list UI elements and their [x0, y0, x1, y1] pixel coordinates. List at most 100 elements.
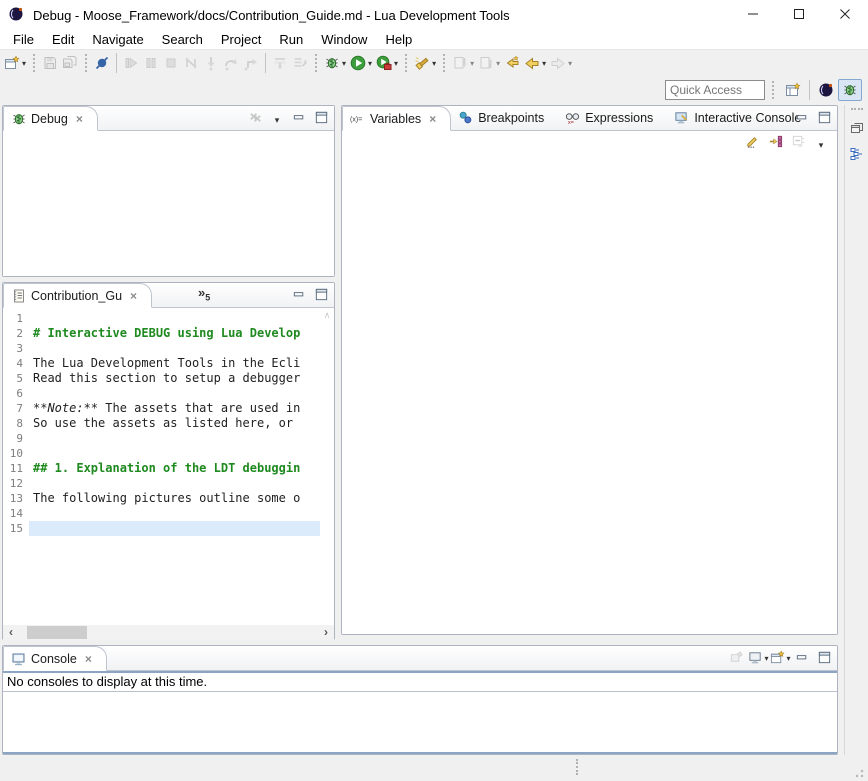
dropdown-arrow-icon[interactable]: ▾ — [22, 59, 26, 68]
search-flashlight-button[interactable]: ▾ — [412, 52, 438, 74]
forward-button[interactable]: ▾ — [548, 52, 574, 74]
resume-button[interactable] — [121, 52, 141, 74]
editor-line[interactable]: 4The Lua Development Tools in the Ecli — [3, 356, 320, 371]
close-icon[interactable]: × — [130, 289, 137, 303]
editor-line[interactable]: 9 — [3, 431, 320, 446]
minimize-view-button[interactable] — [792, 649, 812, 669]
maximize-view-button[interactable] — [311, 109, 331, 129]
menu-search[interactable]: Search — [153, 31, 212, 48]
next-annotation-button[interactable]: ▾ — [450, 52, 476, 74]
show-logical-structures-button[interactable] — [765, 133, 785, 153]
dropdown-arrow-icon[interactable]: ▾ — [342, 59, 346, 68]
outline-view-button[interactable] — [847, 144, 867, 164]
dropdown-arrow-icon[interactable]: ▾ — [394, 59, 398, 68]
view-menu-button[interactable]: ▾ — [267, 109, 287, 129]
run-button[interactable]: ▾ — [348, 52, 374, 74]
tab-console[interactable]: Console × — [3, 646, 107, 671]
menu-run[interactable]: Run — [270, 31, 312, 48]
drop-to-frame-button[interactable] — [270, 52, 290, 74]
scroll-right-icon[interactable]: › — [318, 625, 334, 640]
close-icon[interactable]: × — [429, 112, 436, 126]
terminate-button[interactable] — [161, 52, 181, 74]
dropdown-arrow-icon[interactable]: ▾ — [368, 59, 372, 68]
skip-all-breakpoints-button[interactable] — [92, 52, 112, 74]
minimize-view-button[interactable] — [792, 109, 812, 129]
suspend-button[interactable] — [141, 52, 161, 74]
menu-edit[interactable]: Edit — [43, 31, 83, 48]
scrollbar-thumb[interactable] — [27, 626, 87, 639]
editor-line[interactable]: 6 — [3, 386, 320, 401]
tab-variables[interactable]: (x)=Variables× — [342, 106, 451, 131]
scroll-up-icon[interactable]: ∧ — [324, 310, 331, 321]
open-console-button[interactable]: ▾ — [770, 649, 790, 669]
editor-text-area[interactable]: 12# Interactive DEBUG using Lua Develop3… — [3, 308, 334, 640]
scroll-left-icon[interactable]: ‹ — [3, 625, 19, 640]
step-into-button[interactable] — [201, 52, 221, 74]
menu-window[interactable]: Window — [312, 31, 376, 48]
restore-views-button[interactable] — [847, 118, 867, 138]
view-menu-button[interactable]: ▾ — [811, 133, 831, 153]
pin-console-button[interactable] — [726, 649, 746, 669]
editor-line[interactable]: 13The following pictures outline some o — [3, 491, 320, 506]
menu-project[interactable]: Project — [212, 31, 270, 48]
close-icon[interactable]: × — [85, 652, 92, 666]
menu-file[interactable]: File — [4, 31, 43, 48]
last-edit-location-button[interactable] — [502, 52, 522, 74]
dropdown-arrow-icon[interactable]: ▾ — [470, 59, 474, 68]
maximize-view-button[interactable] — [311, 286, 331, 306]
editor-line[interactable]: 1 — [3, 311, 320, 326]
dropdown-arrow-icon[interactable]: ▾ — [496, 59, 500, 68]
editor-line[interactable]: 3 — [3, 341, 320, 356]
save-button[interactable] — [40, 52, 60, 74]
window-maximize-button[interactable] — [776, 0, 822, 30]
editor-line[interactable]: 8So use the assets as listed here, or — [3, 416, 320, 431]
window-minimize-button[interactable] — [730, 0, 776, 30]
editor-line[interactable]: 14 — [3, 506, 320, 521]
quick-access-input[interactable] — [665, 80, 765, 100]
editor-vertical-scrollbar[interactable]: ∧ ∨ — [320, 308, 334, 640]
window-resize-grip[interactable] — [854, 768, 864, 778]
editor-line[interactable]: 5Read this section to setup a debugger — [3, 371, 320, 386]
scrollbar-track[interactable] — [19, 625, 318, 640]
ldt-perspective-button[interactable] — [814, 79, 838, 101]
use-step-filters-button[interactable] — [290, 52, 310, 74]
show-type-names-button[interactable] — [742, 133, 762, 153]
minimize-view-button[interactable] — [289, 286, 309, 306]
previous-annotation-button[interactable]: ▾ — [476, 52, 502, 74]
tab-expressions[interactable]: x=Expressions — [558, 105, 667, 130]
maximize-view-button[interactable] — [814, 109, 834, 129]
menu-navigate[interactable]: Navigate — [83, 31, 152, 48]
editor-horizontal-scrollbar[interactable]: ‹ › — [3, 625, 334, 640]
trim-grip[interactable] — [851, 108, 863, 112]
step-over-button[interactable] — [221, 52, 241, 74]
debug-perspective-button[interactable] — [838, 79, 862, 101]
maximize-view-button[interactable] — [814, 649, 834, 669]
back-button[interactable]: ▾ — [522, 52, 548, 74]
editor-line[interactable]: 12 — [3, 476, 320, 491]
status-bar-grip[interactable] — [576, 759, 580, 775]
close-icon[interactable]: × — [76, 112, 83, 126]
remove-all-terminated-button[interactable] — [245, 109, 265, 129]
menu-help[interactable]: Help — [376, 31, 421, 48]
debug-button[interactable]: ▾ — [322, 52, 348, 74]
editor-line[interactable]: 11## 1. Explanation of the LDT debuggin — [3, 461, 320, 476]
dropdown-arrow-icon[interactable]: ▾ — [432, 59, 436, 68]
dropdown-arrow-icon[interactable]: ▾ — [568, 59, 572, 68]
tab-contribution-guide[interactable]: Contribution_Gu × — [3, 283, 152, 308]
open-perspective-button[interactable] — [781, 79, 805, 101]
tab-debug[interactable]: Debug × — [3, 106, 98, 131]
tab-breakpoints[interactable]: Breakpoints — [451, 105, 558, 130]
display-selected-console-button[interactable]: ▾ — [748, 649, 768, 669]
dropdown-arrow-icon[interactable]: ▾ — [542, 59, 546, 68]
external-tools-button[interactable]: ▾ — [374, 52, 400, 74]
minimize-view-button[interactable] — [289, 109, 309, 129]
new-wizard-button[interactable]: ▾ — [2, 52, 28, 74]
dropdown-arrow-icon[interactable]: ▾ — [787, 654, 791, 663]
step-return-button[interactable] — [241, 52, 261, 74]
editor-line[interactable]: 7**Note:** The assets that are used in — [3, 401, 320, 416]
disconnect-button[interactable] — [181, 52, 201, 74]
editor-line[interactable]: 10 — [3, 446, 320, 461]
editor-line[interactable]: 2# Interactive DEBUG using Lua Develop — [3, 326, 320, 341]
save-all-button[interactable] — [60, 52, 80, 74]
editor-line[interactable]: 15 — [3, 521, 320, 536]
